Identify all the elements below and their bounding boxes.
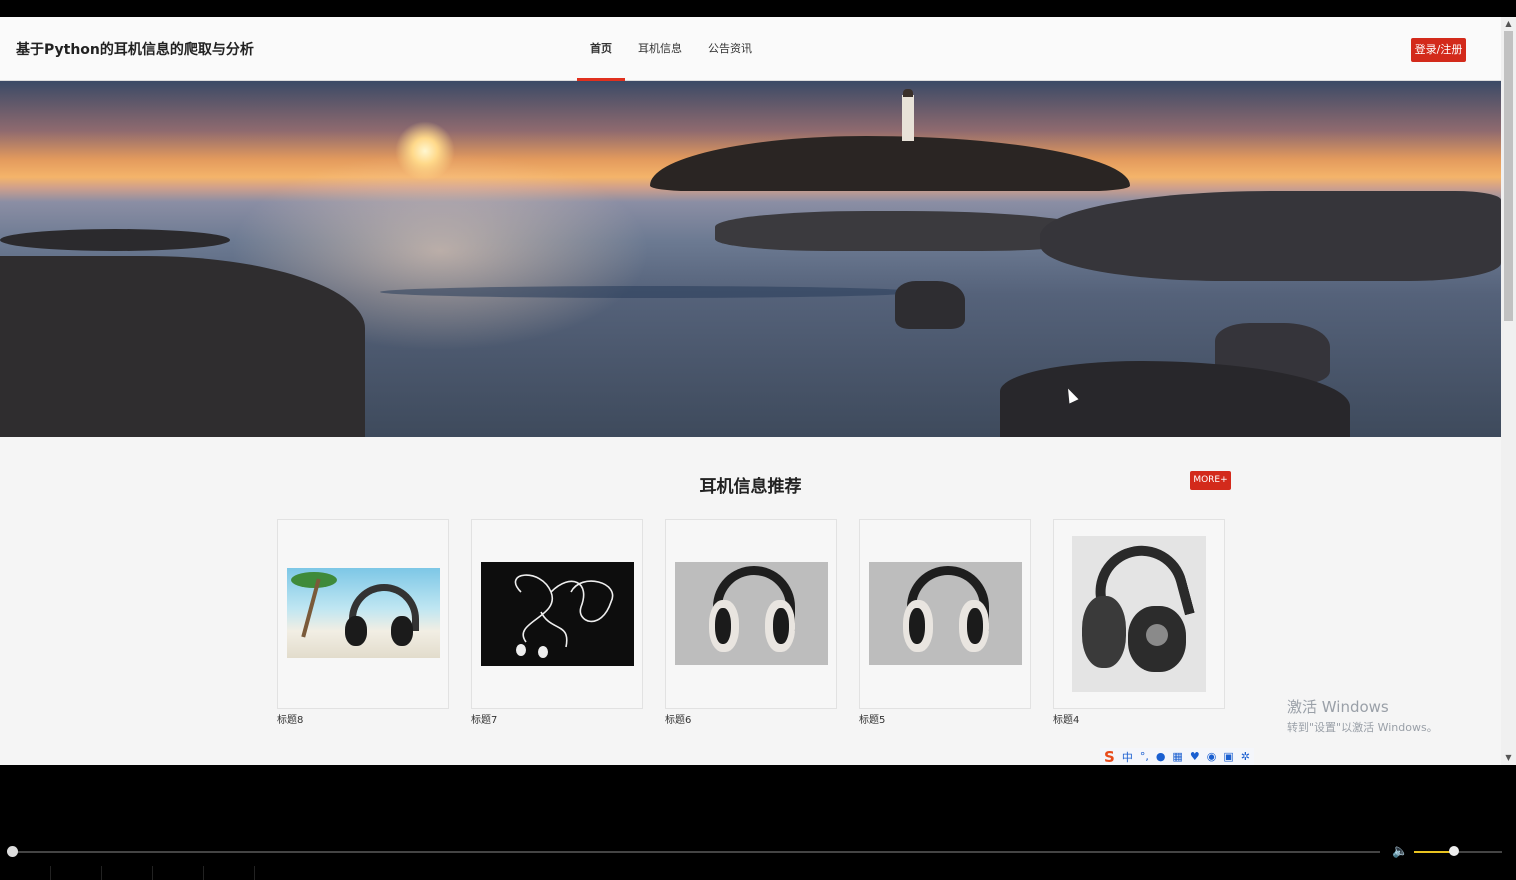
lighthouse-lamp bbox=[903, 89, 913, 97]
nav-headphone-info[interactable]: 耳机信息 bbox=[625, 17, 695, 80]
media-player-bar: 🔈 bbox=[0, 840, 1516, 880]
task-slot bbox=[51, 866, 102, 880]
scroll-thumb[interactable] bbox=[1504, 31, 1513, 321]
task-slot bbox=[153, 866, 204, 880]
rock bbox=[0, 256, 365, 437]
product-caption[interactable]: 标题5 bbox=[859, 711, 885, 726]
task-slot bbox=[102, 866, 153, 880]
rock bbox=[1040, 191, 1501, 281]
microphone-icon[interactable]: ● bbox=[1156, 750, 1166, 763]
volume-level bbox=[1414, 851, 1454, 853]
volume-handle[interactable] bbox=[1448, 846, 1459, 856]
emoji-icon[interactable]: ◉ bbox=[1207, 750, 1217, 763]
page-scrollbar[interactable]: ▲ ▼ bbox=[1501, 17, 1516, 765]
product-card[interactable] bbox=[1053, 519, 1225, 709]
product-caption[interactable]: 标题8 bbox=[277, 711, 303, 726]
ime-mode-toggle[interactable]: 中 bbox=[1122, 749, 1133, 765]
earbuds-cable bbox=[514, 574, 614, 658]
seek-bar[interactable] bbox=[13, 851, 1380, 853]
headphone-cushion bbox=[773, 608, 789, 644]
activate-title: 激活 Windows bbox=[1287, 698, 1389, 716]
headphone-cup bbox=[345, 616, 367, 646]
product-image[interactable] bbox=[287, 568, 440, 658]
skin-icon[interactable]: ♥ bbox=[1190, 750, 1200, 763]
island bbox=[650, 136, 1130, 191]
login-register-button[interactable]: 登录/注册 bbox=[1411, 38, 1466, 62]
section-title: 耳机信息推荐 bbox=[699, 477, 802, 497]
site-title: 基于Python的耳机信息的爬取与分析 bbox=[16, 42, 254, 58]
hero-banner-image[interactable] bbox=[0, 81, 1501, 437]
product-caption[interactable]: 标题7 bbox=[471, 711, 497, 726]
product-caption[interactable]: 标题4 bbox=[1053, 711, 1079, 726]
product-image[interactable] bbox=[1072, 536, 1206, 692]
sogou-logo-icon[interactable]: S bbox=[1104, 748, 1115, 766]
product-caption[interactable]: 标题6 bbox=[665, 711, 691, 726]
site-header: 基于Python的耳机信息的爬取与分析 首页 耳机信息 公告资讯 登录/注册 bbox=[0, 17, 1501, 81]
rock bbox=[0, 229, 230, 251]
task-slot bbox=[0, 866, 51, 880]
product-image[interactable] bbox=[869, 562, 1022, 665]
headphone-cushion bbox=[909, 608, 925, 644]
rock bbox=[715, 211, 1095, 251]
rock bbox=[895, 281, 965, 329]
headphone-cup bbox=[1082, 596, 1126, 668]
keyboard-icon[interactable]: ▦ bbox=[1172, 750, 1182, 763]
headphone-cushion bbox=[967, 608, 983, 644]
browser-page: 基于Python的耳机信息的爬取与分析 首页 耳机信息 公告资讯 登录/注册 耳… bbox=[0, 17, 1501, 765]
product-image[interactable] bbox=[675, 562, 828, 665]
nav-home[interactable]: 首页 bbox=[577, 17, 625, 81]
settings-icon[interactable]: ✲ bbox=[1241, 750, 1250, 763]
product-card[interactable] bbox=[665, 519, 837, 709]
task-strip bbox=[0, 866, 1516, 880]
headphone-cushion bbox=[715, 608, 731, 644]
lighthouse bbox=[902, 95, 914, 141]
product-image[interactable] bbox=[481, 562, 634, 666]
toolbox-icon[interactable]: ▣ bbox=[1223, 750, 1233, 763]
scroll-down-arrow-icon[interactable]: ▼ bbox=[1501, 751, 1516, 765]
activate-subtitle: 转到"设置"以激活 Windows。 bbox=[1287, 721, 1438, 734]
headphone-logo bbox=[1146, 624, 1168, 646]
seek-handle[interactable] bbox=[7, 846, 18, 857]
window-top-bar bbox=[0, 0, 1516, 17]
ime-toolbar[interactable]: S 中 °, ● ▦ ♥ ◉ ▣ ✲ bbox=[1100, 748, 1254, 765]
windows-activation-watermark: 激活 Windows 转到"设置"以激活 Windows。 bbox=[1287, 696, 1438, 735]
sun bbox=[395, 121, 455, 181]
more-button[interactable]: MORE+ bbox=[1190, 471, 1231, 490]
scroll-up-arrow-icon[interactable]: ▲ bbox=[1501, 17, 1516, 31]
volume-icon[interactable]: 🔈 bbox=[1392, 844, 1408, 859]
wave bbox=[380, 286, 920, 298]
punctuation-icon[interactable]: °, bbox=[1140, 750, 1149, 763]
headphone-cup bbox=[391, 616, 413, 646]
product-card[interactable] bbox=[277, 519, 449, 709]
main-nav: 首页 耳机信息 公告资讯 bbox=[577, 17, 765, 81]
product-card[interactable] bbox=[859, 519, 1031, 709]
task-slot bbox=[204, 866, 255, 880]
nav-announcements[interactable]: 公告资讯 bbox=[695, 17, 765, 80]
product-card[interactable] bbox=[471, 519, 643, 709]
